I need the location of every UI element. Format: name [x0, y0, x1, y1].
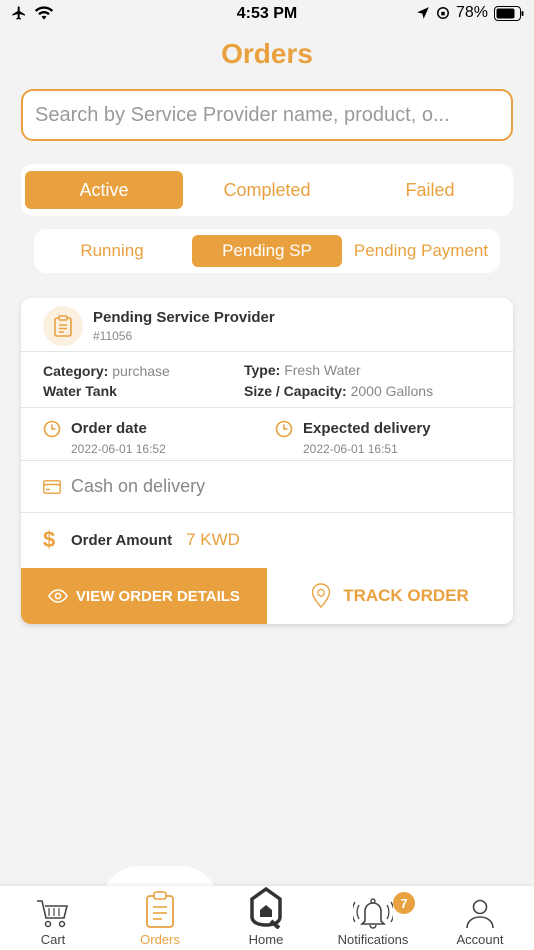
- nav-orders-label: Orders: [140, 932, 180, 947]
- bell-icon: [353, 898, 393, 929]
- tab-failed[interactable]: Failed: [351, 171, 509, 209]
- track-order-label: TRACK ORDER: [343, 586, 469, 605]
- nav-orders[interactable]: Orders: [107, 886, 213, 950]
- status-right: 78%: [416, 4, 524, 22]
- view-order-details-button[interactable]: VIEW ORDER DETAILS: [21, 568, 267, 624]
- view-order-details-label: VIEW ORDER DETAILS: [76, 587, 240, 605]
- order-card: Pending Service Provider #11056 Category…: [21, 298, 513, 624]
- tab-completed[interactable]: Completed: [188, 171, 346, 209]
- battery-percent: 78%: [455, 4, 488, 21]
- order-status-title: Pending Service Provider: [93, 309, 275, 326]
- expected-delivery-label: Expected delivery: [303, 420, 431, 437]
- battery-icon: [494, 5, 524, 21]
- bottom-nav: Cart Orders Home Notifications 7 Account: [0, 886, 534, 950]
- tab-pending-sp[interactable]: Pending SP: [192, 235, 342, 267]
- type-row: Type: Fresh Water: [244, 362, 361, 378]
- payment-method-row: Cash on delivery: [43, 476, 205, 497]
- category-row: Category: purchase: [43, 363, 170, 379]
- notification-badge: 7: [393, 892, 415, 914]
- divider: [21, 512, 513, 513]
- order-amount-row: $ Order Amount 7 KWD: [43, 527, 240, 553]
- tab-pending-payment[interactable]: Pending Payment: [346, 235, 496, 267]
- location-pin-icon: [311, 583, 331, 609]
- track-order-button[interactable]: TRACK ORDER: [267, 568, 513, 624]
- divider: [21, 460, 513, 461]
- size-row: Size / Capacity: 2000 Gallons: [244, 383, 433, 399]
- order-amount-value: 7 KWD: [186, 530, 240, 549]
- page-title: Orders: [221, 38, 313, 69]
- status-tabs: Active Completed Failed: [21, 164, 513, 216]
- cart-icon: [37, 900, 69, 928]
- location-arrow-icon: [417, 7, 429, 19]
- order-id: #11056: [93, 329, 133, 343]
- order-amount-label: Order Amount: [71, 531, 173, 549]
- search-input[interactable]: [23, 91, 511, 139]
- nav-account-label: Account: [456, 932, 504, 947]
- home-logo-icon: [250, 887, 282, 929]
- category-label: Category:: [43, 363, 109, 379]
- payment-method-value: Cash on delivery: [71, 476, 206, 496]
- clipboard-icon: [146, 891, 174, 928]
- divider: [21, 407, 513, 408]
- clipboard-icon: [54, 315, 72, 337]
- dollar-icon: $: [43, 527, 56, 552]
- user-icon: [466, 899, 494, 929]
- order-date-block: Order date 2022-06-01 16:52: [43, 420, 243, 460]
- divider: [21, 351, 513, 352]
- credit-card-icon: [43, 479, 61, 494]
- nav-home-label: Home: [248, 932, 284, 947]
- status-bar: 4:53 PM 78%: [0, 0, 534, 30]
- tab-active[interactable]: Active: [25, 171, 183, 209]
- expected-delivery-block: Expected delivery 2022-06-01 16:51: [275, 420, 495, 460]
- sub-status-tabs: Running Pending SP Pending Payment: [34, 229, 500, 273]
- type-value: Fresh Water: [284, 362, 361, 378]
- clock-icon: [43, 420, 61, 438]
- orientation-lock-icon: [436, 7, 449, 19]
- product-row: Water Tank: [43, 383, 117, 399]
- order-status-icon: [43, 306, 83, 346]
- category-value: purchase: [112, 363, 170, 379]
- type-label: Type:: [244, 362, 281, 378]
- nav-account[interactable]: Account: [427, 886, 533, 950]
- order-date-value: 2022-06-01 16:52: [71, 442, 166, 456]
- nav-notifications-label: Notifications: [337, 932, 409, 947]
- search-box: [21, 89, 513, 141]
- eye-icon: [48, 589, 68, 603]
- nav-cart[interactable]: Cart: [0, 886, 106, 950]
- expected-delivery-value: 2022-06-01 16:51: [303, 442, 398, 456]
- tab-running[interactable]: Running: [40, 235, 184, 267]
- nav-cart-label: Cart: [40, 932, 66, 947]
- clock-icon: [275, 420, 293, 438]
- size-label: Size / Capacity:: [244, 383, 347, 399]
- nav-home[interactable]: Home: [213, 886, 319, 950]
- nav-notifications[interactable]: Notifications 7: [320, 886, 426, 950]
- order-date-label: Order date: [71, 420, 147, 437]
- product-name: Water Tank: [43, 383, 117, 399]
- size-value: 2000 Gallons: [350, 383, 434, 399]
